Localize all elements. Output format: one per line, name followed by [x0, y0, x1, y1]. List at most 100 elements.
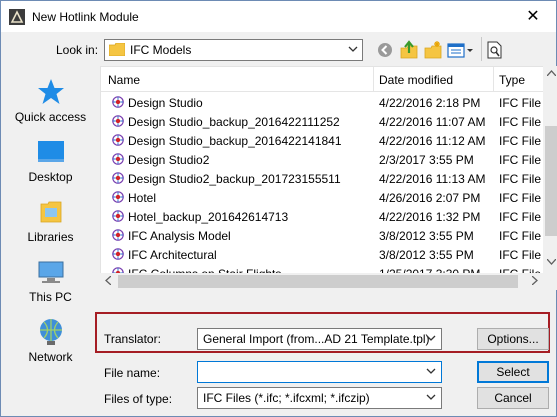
pc-icon	[38, 261, 63, 283]
file-list-header: Name Date modified Type	[101, 67, 544, 92]
file-date: 4/22/2016 11:12 AM	[379, 134, 486, 148]
file-row[interactable]: Design Studio 4/22/2016 2:18 PM IFC File	[101, 93, 544, 112]
file-date: 2/3/2017 3:55 PM	[379, 153, 474, 167]
new-folder-button[interactable]	[423, 39, 443, 61]
file-row[interactable]: Design Studio2 2/3/2017 3:55 PM IFC File	[101, 150, 544, 169]
cancel-button[interactable]: Cancel	[477, 387, 549, 409]
close-button[interactable]: ✕	[510, 1, 556, 32]
file-type: IFC File	[499, 210, 541, 224]
view-menu-button[interactable]	[447, 39, 475, 61]
file-name: Hotel_backup_201642614713	[128, 210, 289, 224]
file-row[interactable]: Hotel 4/26/2016 2:07 PM IFC File	[101, 188, 544, 207]
look-in-value: IFC Models	[130, 43, 192, 57]
star-icon	[37, 79, 64, 104]
place-label: Libraries	[27, 230, 74, 244]
file-row[interactable]: Design Studio_backup_2016422141841 4/22/2…	[101, 131, 544, 150]
scroll-left-icon[interactable]	[105, 276, 111, 285]
file-type: IFC File	[499, 229, 541, 243]
file-row[interactable]: IFC Analysis Model 3/8/2012 3:55 PM IFC Fi…	[101, 226, 544, 245]
file-name: Hotel	[128, 191, 157, 205]
file-name: IFC Architectural	[128, 248, 217, 262]
file-name-input[interactable]	[197, 361, 442, 383]
translator-label: Translator:	[104, 332, 161, 346]
place-label: This PC	[29, 290, 72, 304]
folder-icon	[109, 43, 125, 56]
place-desktop[interactable]: Desktop	[8, 136, 93, 184]
places-bar: Quick access Desktop Libraries This PC N…	[8, 66, 93, 366]
desktop-icon	[37, 141, 64, 162]
files-of-type-value: IFC Files (*.ifc; *.ifcxml; *.ifczip)	[203, 391, 370, 405]
vertical-scroll-thumb[interactable]	[545, 126, 557, 236]
horizontal-scroll-thumb[interactable]	[118, 275, 518, 288]
scroll-down-icon[interactable]	[547, 259, 556, 265]
place-network[interactable]: Network	[8, 316, 93, 364]
view-menu-icon	[447, 43, 473, 58]
select-button[interactable]: Select	[477, 361, 549, 383]
file-date: 4/26/2016 2:07 PM	[379, 191, 481, 205]
preview-button[interactable]	[486, 39, 504, 61]
chevron-down-icon	[348, 46, 358, 52]
column-header-type[interactable]: Type	[499, 73, 525, 87]
file-date: 4/22/2016 1:32 PM	[379, 210, 481, 224]
back-button[interactable]	[376, 39, 394, 61]
look-in-label: Look in:	[56, 43, 99, 57]
chevron-down-icon	[426, 394, 436, 400]
look-in-select[interactable]: IFC Models	[104, 39, 363, 61]
file-row[interactable]: Hotel_backup_201642614713 4/22/2016 1:32 …	[101, 207, 544, 226]
files-of-type-select[interactable]: IFC Files (*.ifc; *.ifcxml; *.ifczip)	[197, 387, 442, 409]
back-icon	[378, 43, 392, 57]
chevron-down-icon	[426, 335, 436, 341]
column-header-name[interactable]: Name	[108, 73, 140, 87]
chevron-down-icon	[426, 368, 436, 374]
file-type: IFC File	[499, 96, 541, 110]
file-name: Design Studio_backup_2016422141841	[128, 134, 342, 148]
ifc-file-icon	[112, 96, 124, 108]
place-this-pc[interactable]: This PC	[8, 256, 93, 304]
file-name: Design Studio2	[128, 153, 210, 167]
file-date: 4/22/2016 2:18 PM	[379, 96, 481, 110]
file-row[interactable]: Design Studio2_backup_201723155511 4/22/2…	[101, 169, 544, 188]
ifc-file-icon	[112, 191, 124, 203]
ifc-file-icon	[112, 134, 124, 146]
scroll-up-icon[interactable]	[547, 70, 556, 76]
place-quick-access[interactable]: Quick access	[8, 76, 93, 124]
new-folder-icon	[424, 41, 442, 59]
network-icon	[39, 319, 62, 345]
column-header-date[interactable]: Date modified	[379, 73, 453, 87]
file-name-label: File name:	[104, 366, 161, 380]
window-title: New Hotlink Module	[32, 10, 139, 24]
file-row[interactable]: Design Studio_backup_2016422111252 4/22/2…	[101, 112, 544, 131]
ifc-file-icon	[112, 115, 124, 127]
place-label: Network	[28, 350, 73, 364]
file-name: Design Studio	[128, 96, 203, 110]
place-label: Quick access	[14, 110, 87, 124]
file-list[interactable]: Name Date modified Type Design Studio 4/2…	[100, 66, 545, 275]
translator-select[interactable]: General Import (from...AD 21 Template.tp…	[197, 328, 442, 350]
file-name: IFC Analysis Model	[128, 229, 231, 243]
file-row[interactable]: IFC Architectural 3/8/2012 3:55 PM IFC Fil…	[101, 245, 544, 264]
up-folder-button[interactable]	[399, 39, 419, 61]
file-type: IFC File	[499, 153, 541, 167]
place-label: Desktop	[28, 170, 73, 184]
file-name: Design Studio_backup_2016422111252	[128, 115, 340, 129]
column-divider[interactable]	[373, 67, 374, 91]
file-date: 3/8/2012 3:55 PM	[379, 229, 474, 243]
archicad-app-icon	[9, 9, 25, 25]
preview-icon	[487, 41, 502, 59]
horizontal-scrollbar[interactable]	[100, 273, 543, 290]
translator-value: General Import (from...AD 21 Template.tp…	[203, 332, 430, 346]
scroll-right-icon[interactable]	[532, 276, 538, 285]
column-divider[interactable]	[493, 67, 494, 91]
file-type: IFC File	[499, 134, 541, 148]
place-libraries[interactable]: Libraries	[8, 196, 93, 244]
ifc-file-icon	[112, 210, 124, 222]
title-bar: New Hotlink Module ✕	[1, 1, 556, 32]
libraries-icon	[40, 201, 61, 223]
options-button[interactable]: Options...	[477, 328, 549, 350]
vertical-scrollbar[interactable]	[543, 66, 557, 273]
ifc-file-icon	[112, 229, 124, 241]
close-icon: ✕	[526, 8, 540, 25]
ifc-file-icon	[112, 248, 124, 260]
scroll-corner	[543, 273, 557, 290]
ifc-file-icon	[112, 172, 124, 184]
